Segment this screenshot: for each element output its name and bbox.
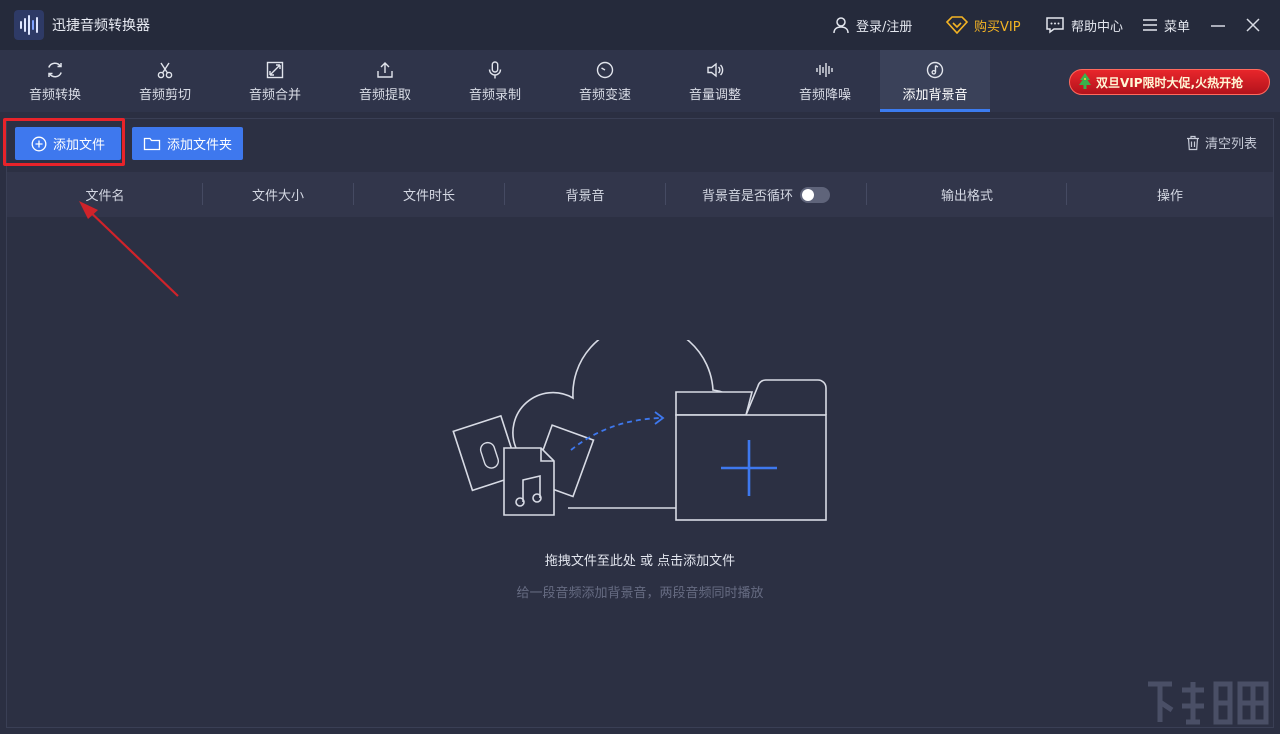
scissors-icon [157, 62, 173, 79]
tab-audio-cut[interactable]: 音频剪切 [110, 50, 220, 112]
chat-bubble-icon [1046, 17, 1064, 34]
column-header-filesize[interactable]: 文件大小 [203, 172, 353, 217]
empty-state-title: 拖拽文件至此处 或 点击添加文件 [544, 554, 736, 569]
minimize-icon [1211, 25, 1225, 27]
refresh-icon [48, 62, 62, 78]
hamburger-icon [1143, 19, 1157, 31]
tab-label: 音频提取 [358, 88, 411, 103]
menu-button[interactable]: 菜单 [1142, 14, 1190, 36]
tab-audio-denoise[interactable]: 音频降噪 [770, 50, 880, 112]
app-logo-icon [14, 10, 44, 40]
tab-audio-extract[interactable]: 音频提取 [330, 50, 440, 112]
tab-label: 添加背景音 [902, 88, 968, 103]
christmas-tree-icon [1079, 73, 1091, 89]
title-bar: 迅捷音频转换器 登录/注册 购买VIP 帮助中心 菜单 [0, 0, 1280, 50]
help-label: 帮助中心 [1071, 19, 1124, 35]
vip-diamond-icon [946, 16, 968, 34]
user-icon [833, 17, 849, 34]
column-header-duration[interactable]: 文件时长 [354, 172, 504, 217]
tab-label: 音量调整 [688, 88, 741, 103]
highlight-box [3, 118, 125, 166]
app-title: 迅捷音频转换器 [52, 18, 150, 34]
clear-list-button[interactable]: 清空列表 [1186, 133, 1257, 152]
volume-icon [707, 62, 724, 78]
loop-toggle[interactable] [800, 186, 830, 203]
tab-label: 音频降噪 [798, 88, 851, 103]
trash-icon [1187, 135, 1199, 150]
watermark-logo-icon [1148, 681, 1269, 725]
microphone-icon [488, 61, 502, 79]
tab-label: 音频合并 [248, 88, 301, 103]
table-header: 文件名 文件大小 文件时长 背景音 背景音是否循环 输出格式 操作 [7, 172, 1273, 217]
minimize-button[interactable] [1205, 12, 1231, 38]
promo-banner[interactable]: 双旦VIP限时大促,火热开抢 [1069, 69, 1270, 95]
clear-list-label: 清空列表 [1205, 137, 1258, 152]
tab-label: 音频录制 [468, 88, 521, 103]
vip-label: 购买VIP [974, 19, 1021, 35]
merge-icon [266, 61, 284, 79]
tab-audio-record[interactable]: 音频录制 [440, 50, 550, 112]
music-note-icon [926, 61, 944, 79]
column-header-loop: 背景音是否循环 [666, 172, 866, 217]
tab-audio-convert[interactable]: 音频转换 [0, 50, 110, 112]
add-folder-label: 添加文件夹 [166, 138, 232, 153]
login-label: 登录/注册 [856, 19, 913, 35]
column-header-actions: 操作 [1156, 189, 1183, 204]
add-folder-button[interactable]: 添加文件夹 [132, 127, 243, 160]
tab-audio-merge[interactable]: 音频合并 [220, 50, 330, 112]
empty-state-illustration [452, 340, 827, 521]
tab-label: 音频剪切 [138, 88, 191, 103]
annotation-arrow [79, 201, 179, 297]
close-icon [1246, 18, 1260, 32]
tab-label: 音频转换 [28, 88, 81, 103]
tab-volume-adjust[interactable]: 音量调整 [660, 50, 770, 112]
speed-icon [596, 61, 614, 79]
empty-state-subtitle: 给一段音频添加背景音，两段音频同时播放 [516, 586, 764, 601]
menu-label: 菜单 [1164, 19, 1191, 35]
folder-icon [143, 137, 161, 150]
upload-icon [377, 62, 393, 78]
help-center-button[interactable]: 帮助中心 [1045, 14, 1123, 36]
buy-vip-button[interactable]: 购买VIP [946, 14, 1021, 36]
tab-audio-speed[interactable]: 音频变速 [550, 50, 660, 112]
promo-text: 双旦VIP限时大促,火热开抢 [1096, 75, 1244, 90]
close-button[interactable] [1240, 12, 1266, 38]
tab-add-background-music[interactable]: 添加背景音 [880, 50, 990, 112]
column-header-background-music[interactable]: 背景音 [505, 172, 665, 217]
login-button[interactable]: 登录/注册 [832, 14, 912, 36]
column-header-output-format[interactable]: 输出格式 [867, 172, 1067, 217]
loop-label: 背景音是否循环 [701, 189, 793, 204]
tab-label: 音频变速 [578, 88, 631, 103]
waveform-icon [816, 63, 833, 77]
